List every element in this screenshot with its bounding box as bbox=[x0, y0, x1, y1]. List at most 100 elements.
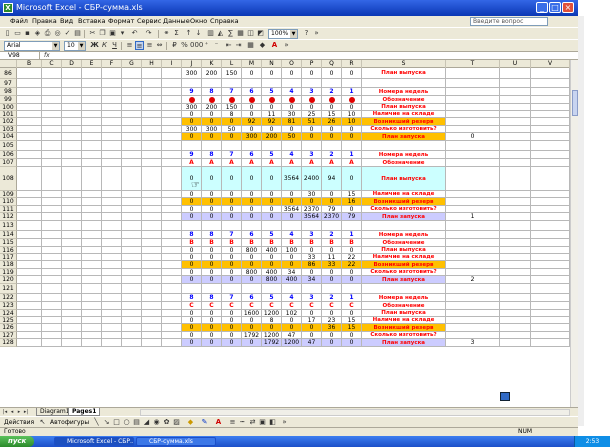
sigma-icon[interactable]: ∑ bbox=[226, 29, 235, 38]
cell-c[interactable] bbox=[42, 88, 62, 96]
cell-c[interactable] bbox=[42, 239, 62, 247]
cell-t[interactable]: 1 bbox=[446, 213, 500, 221]
cell-u[interactable] bbox=[500, 302, 531, 310]
cell-b[interactable] bbox=[17, 213, 42, 221]
cell-s[interactable]: Возникший резерв bbox=[362, 198, 446, 206]
cell-o[interactable]: В bbox=[282, 239, 302, 247]
cell-k[interactable]: 0 bbox=[202, 269, 222, 276]
cell-g[interactable] bbox=[122, 317, 142, 324]
cell-i[interactable] bbox=[162, 269, 182, 276]
open-icon[interactable]: ▭ bbox=[13, 29, 22, 38]
column-header-c[interactable]: C bbox=[42, 60, 62, 68]
cell-g[interactable] bbox=[122, 118, 142, 126]
column-header-e[interactable]: E bbox=[82, 60, 102, 68]
cell-g[interactable] bbox=[122, 324, 142, 332]
cell-k[interactable] bbox=[202, 141, 222, 151]
cell-q[interactable]: 26 bbox=[322, 118, 342, 126]
next-sheet-icon[interactable]: ▸ bbox=[16, 409, 22, 416]
cell-n[interactable] bbox=[262, 221, 282, 231]
cell-b[interactable] bbox=[17, 221, 42, 231]
cell-p[interactable]: 30 bbox=[302, 191, 322, 198]
cell-t[interactable]: 2 bbox=[446, 276, 500, 284]
cell-m[interactable] bbox=[242, 79, 262, 88]
cell-f[interactable] bbox=[102, 213, 122, 221]
cell-t[interactable] bbox=[446, 294, 500, 302]
cell-c[interactable] bbox=[42, 284, 62, 294]
save-icon[interactable]: ▪ bbox=[23, 29, 32, 38]
cell-g[interactable] bbox=[122, 96, 142, 104]
cell-v[interactable] bbox=[531, 276, 570, 284]
cell-g[interactable] bbox=[122, 339, 142, 347]
cell-e[interactable] bbox=[82, 88, 102, 96]
cell-r[interactable]: 15 bbox=[342, 191, 362, 198]
cell-r[interactable]: 10 bbox=[342, 111, 362, 118]
cell-u[interactable] bbox=[500, 151, 531, 159]
cell-f[interactable] bbox=[102, 151, 122, 159]
cell-c[interactable] bbox=[42, 68, 62, 79]
cell-d[interactable] bbox=[62, 231, 82, 239]
cell-s[interactable]: Номера недель bbox=[362, 294, 446, 302]
cell-m[interactable]: 0 bbox=[242, 68, 262, 79]
cell-r[interactable]: 79 bbox=[342, 213, 362, 221]
cell-e[interactable] bbox=[82, 284, 102, 294]
cell-s[interactable]: Обозначение bbox=[362, 302, 446, 310]
actions-menu[interactable]: Действия bbox=[4, 419, 34, 426]
cell-u[interactable] bbox=[500, 284, 531, 294]
cell-g[interactable] bbox=[122, 294, 142, 302]
print-icon[interactable]: ⎙ bbox=[43, 29, 52, 38]
cell-v[interactable] bbox=[531, 118, 570, 126]
cell-l[interactable]: 7 bbox=[222, 151, 242, 159]
format-painter-icon[interactable]: ▾ bbox=[118, 29, 127, 38]
cell-i[interactable] bbox=[162, 261, 182, 269]
cell-c[interactable] bbox=[42, 269, 62, 276]
cell-h[interactable] bbox=[142, 111, 162, 118]
cell-v[interactable] bbox=[531, 247, 570, 254]
cell-e[interactable] bbox=[82, 231, 102, 239]
cell-d[interactable] bbox=[62, 126, 82, 133]
cell-v[interactable] bbox=[531, 317, 570, 324]
cell-p[interactable] bbox=[302, 141, 322, 151]
cell-k[interactable]: 0 bbox=[202, 191, 222, 198]
cell-n[interactable]: 200 bbox=[262, 133, 282, 141]
cell-h[interactable] bbox=[142, 221, 162, 231]
cell-q[interactable]: 0 bbox=[322, 104, 342, 111]
cell-o[interactable]: 34 bbox=[282, 269, 302, 276]
cell-q[interactable]: 0 bbox=[322, 269, 342, 276]
vertical-scrollbar[interactable] bbox=[570, 60, 578, 408]
select-objects-icon[interactable]: ↖ bbox=[38, 418, 47, 427]
line-style-icon[interactable]: ≡ bbox=[228, 418, 237, 427]
cell-i[interactable] bbox=[162, 276, 182, 284]
cell-i[interactable] bbox=[162, 141, 182, 151]
cell-g[interactable] bbox=[122, 191, 142, 198]
cell-e[interactable] bbox=[82, 206, 102, 213]
cell-n[interactable]: В bbox=[262, 239, 282, 247]
cell-b[interactable] bbox=[17, 276, 42, 284]
cell-h[interactable] bbox=[142, 68, 162, 79]
fill-color-icon[interactable]: ◆ bbox=[258, 41, 267, 50]
cell-c[interactable] bbox=[42, 96, 62, 104]
cell-j[interactable]: 9 bbox=[182, 88, 202, 96]
cell-o[interactable] bbox=[282, 96, 302, 104]
cell-v[interactable] bbox=[531, 191, 570, 198]
cell-k[interactable]: С bbox=[202, 302, 222, 310]
cell-t[interactable] bbox=[446, 126, 500, 133]
cell-p[interactable]: В bbox=[302, 239, 322, 247]
cell-j[interactable]: 300 bbox=[182, 104, 202, 111]
cell-l[interactable]: 0 bbox=[222, 133, 242, 141]
menu-data[interactable]: Данные bbox=[163, 17, 190, 25]
cell-v[interactable] bbox=[531, 104, 570, 111]
cell-c[interactable] bbox=[42, 324, 62, 332]
cell-s[interactable]: План выпуска bbox=[362, 310, 446, 317]
cell-c[interactable] bbox=[42, 247, 62, 254]
cell-n[interactable]: 800 bbox=[262, 276, 282, 284]
cell-d[interactable] bbox=[62, 206, 82, 213]
cell-c[interactable] bbox=[42, 151, 62, 159]
percent-icon[interactable]: % bbox=[180, 41, 189, 50]
cell-c[interactable] bbox=[42, 294, 62, 302]
font-color-2-icon[interactable]: А bbox=[214, 418, 223, 427]
cell-h[interactable] bbox=[142, 126, 162, 133]
cell-p[interactable]: 86 bbox=[302, 261, 322, 269]
cell-i[interactable] bbox=[162, 294, 182, 302]
column-header-q[interactable]: Q bbox=[322, 60, 342, 68]
cell-n[interactable]: 0 bbox=[262, 324, 282, 332]
